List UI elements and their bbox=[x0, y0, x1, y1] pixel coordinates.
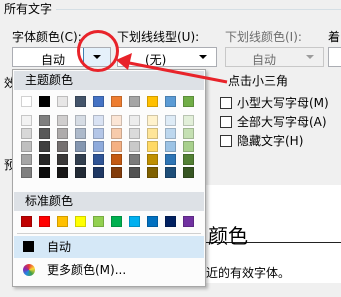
annotation-arrow-icon bbox=[116, 53, 228, 84]
